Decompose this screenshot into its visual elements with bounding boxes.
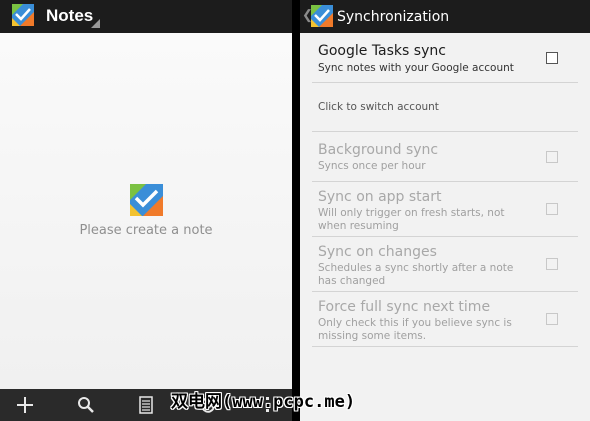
pref-summary: Schedules a sync shortly after a note ha… <box>318 262 514 287</box>
panel-divider <box>292 0 300 421</box>
dropdown-indicator-icon[interactable] <box>91 19 100 28</box>
pref-force-full-sync[interactable]: Force full sync next time Only check thi… <box>312 292 578 347</box>
pref-summary: Only check this if you believe sync is m… <box>318 317 512 342</box>
synchronization-screen: ❮ Synchronization Google Tasks sync Sync… <box>300 0 590 421</box>
force-full-sync-checkbox[interactable] <box>546 313 558 325</box>
pref-summary: Will only trigger on fresh starts, not w… <box>318 207 505 232</box>
notes-screen: Notes Please create a note <box>0 0 292 421</box>
action-bar: Notes <box>0 0 292 33</box>
app-icon[interactable] <box>311 5 333 27</box>
sync-on-changes-checkbox[interactable] <box>546 258 558 270</box>
google-tasks-sync-checkbox[interactable] <box>546 52 558 64</box>
pref-switch-account[interactable]: Click to switch account <box>312 83 578 132</box>
pref-summary: Sync notes with your Google account <box>318 62 514 74</box>
pref-summary: Syncs once per hour <box>318 160 426 172</box>
background-sync-checkbox[interactable] <box>546 151 558 163</box>
search-icon[interactable] <box>72 393 100 417</box>
pref-title: Force full sync next time <box>318 299 491 315</box>
action-bar: ❮ Synchronization <box>300 0 590 33</box>
list-icon[interactable] <box>132 393 160 417</box>
screen-title: Synchronization <box>337 9 450 25</box>
pref-sync-on-app-start[interactable]: Sync on app start Will only trigger on f… <box>312 182 578 237</box>
watermark: 双电网(www.pcpc.me) <box>171 392 356 412</box>
pref-title: Sync on changes <box>318 244 437 260</box>
sync-on-app-start-checkbox[interactable] <box>546 203 558 215</box>
app-icon[interactable] <box>12 4 34 26</box>
pref-google-tasks-sync[interactable]: Google Tasks sync Sync notes with your G… <box>312 33 578 83</box>
pref-sync-on-changes[interactable]: Sync on changes Schedules a sync shortly… <box>312 237 578 292</box>
add-icon[interactable] <box>11 393 39 417</box>
pref-title: Background sync <box>318 142 439 158</box>
empty-state-message: Please create a note <box>79 223 213 238</box>
pref-summary: Click to switch account <box>318 101 439 113</box>
pref-title: Google Tasks sync <box>318 43 446 59</box>
app-logo-icon <box>130 184 163 216</box>
pref-title: Sync on app start <box>318 189 442 205</box>
pref-background-sync[interactable]: Background sync Syncs once per hour <box>312 132 578 182</box>
app-title[interactable]: Notes <box>46 6 93 26</box>
